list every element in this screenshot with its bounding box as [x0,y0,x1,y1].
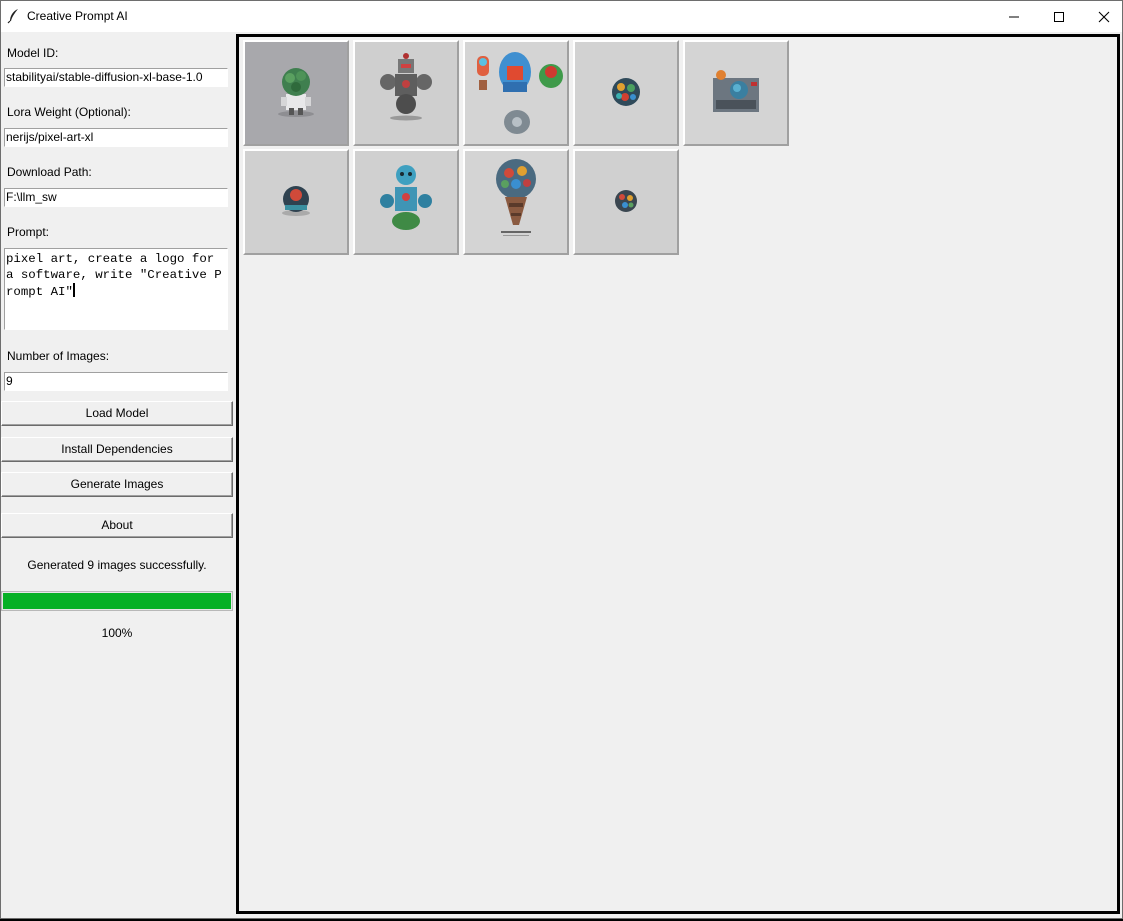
status-message: Generated 9 images successfully. [27,558,207,572]
model-id-input[interactable]: stabilityai/stable-diffusion-xl-base-1.0 [4,68,228,87]
num-images-input[interactable]: 9 [4,372,228,391]
app-window: Creative Prompt AI Model ID: stabilityai… [0,0,1123,919]
progress-bar [1,591,233,611]
prompt-textarea[interactable]: pixel art, create a logo for a software,… [4,248,228,330]
title-bar: Creative Prompt AI [1,1,1122,32]
control-panel: Model ID: stabilityai/stable-diffusion-x… [1,32,235,918]
lora-weight-label: Lora Weight (Optional): [7,105,131,119]
image-gallery [236,34,1120,914]
generated-image-5[interactable] [683,40,789,146]
prompt-label: Prompt: [7,225,50,239]
generated-image-9[interactable] [573,149,679,255]
close-icon [1098,11,1110,23]
prompt-text: pixel art, create a logo for a software,… [6,252,222,299]
lora-weight-input[interactable]: nerijs/pixel-art-xl [4,128,228,147]
text-caret [72,283,75,297]
download-path-label: Download Path: [7,165,92,179]
feather-icon [7,8,21,24]
model-id-label: Model ID: [7,46,59,60]
close-button[interactable] [1081,1,1123,32]
maximize-icon [1054,12,1064,22]
generated-image-1[interactable] [243,40,349,146]
generated-image-4[interactable] [573,40,679,146]
minimize-button[interactable] [991,1,1037,32]
generated-image-8[interactable] [463,149,569,255]
generate-images-button[interactable]: Generate Images [1,472,233,497]
num-images-label: Number of Images: [7,349,110,363]
generated-image-6[interactable] [243,149,349,255]
progress-fill [3,593,231,609]
download-path-input[interactable]: F:\llm_sw [4,188,228,207]
load-model-button[interactable]: Load Model [1,401,233,426]
generated-image-2[interactable] [353,40,459,146]
about-button[interactable]: About [1,513,233,538]
progress-percent: 100% [101,626,133,640]
generated-image-7[interactable] [353,149,459,255]
maximize-button[interactable] [1036,1,1082,32]
window-title: Creative Prompt AI [27,9,128,23]
install-dependencies-button[interactable]: Install Dependencies [1,437,233,462]
generated-image-3[interactable] [463,40,569,146]
minimize-icon [1009,16,1019,18]
